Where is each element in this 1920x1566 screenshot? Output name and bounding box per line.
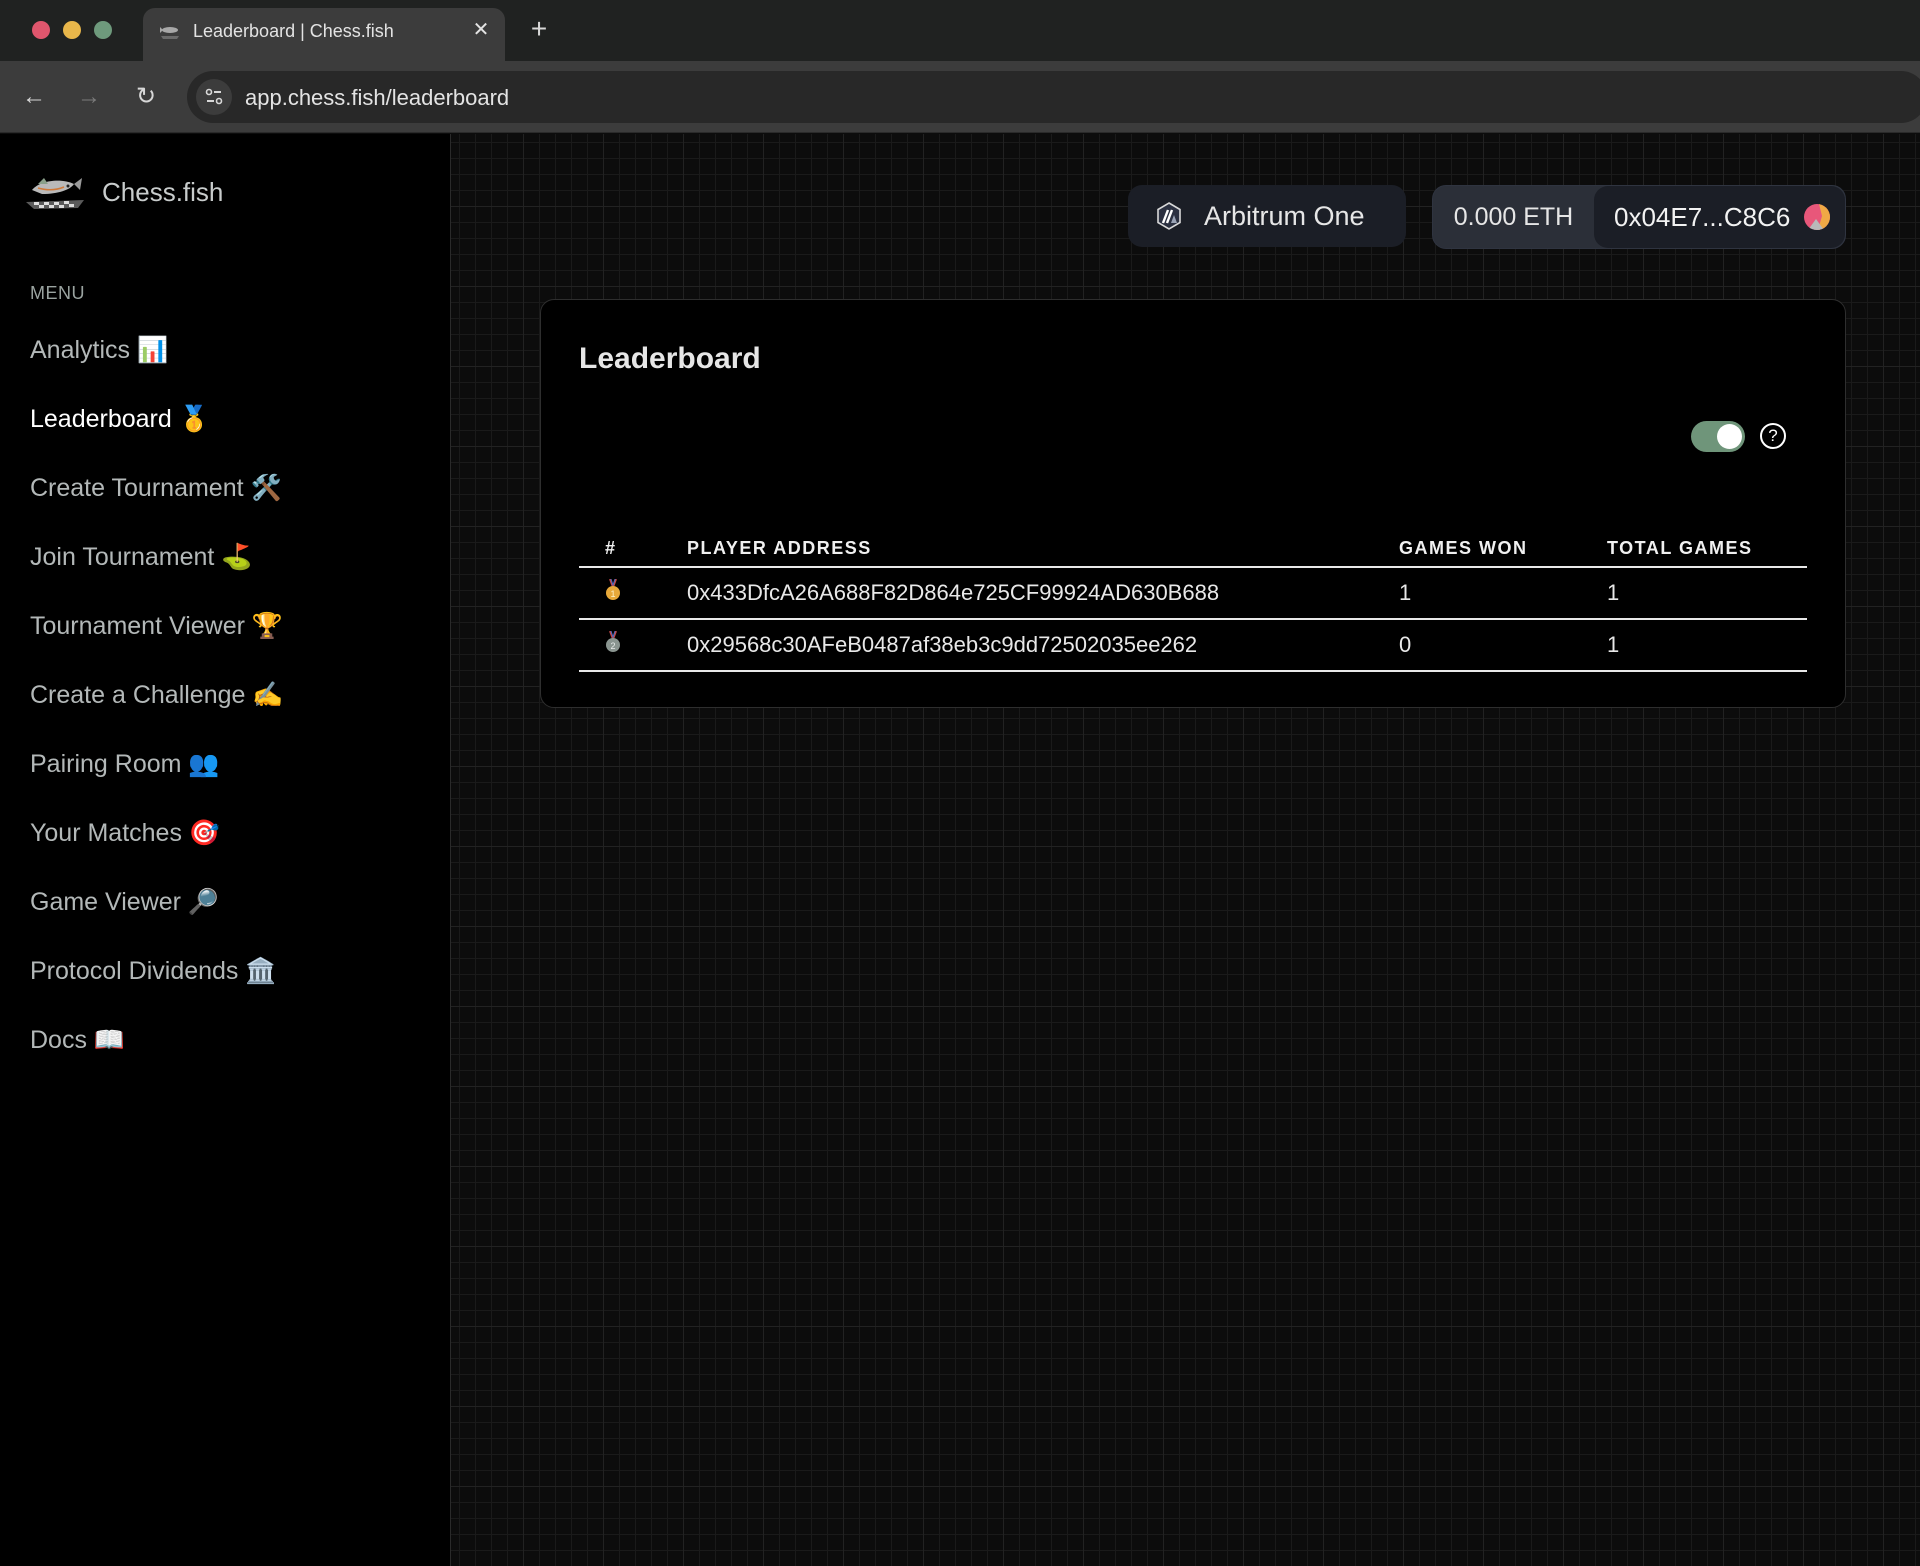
brand[interactable]: Chess.fish <box>24 170 223 214</box>
sidebar-item-your-matches[interactable]: Your Matches 🎯 <box>30 811 284 880</box>
forward-arrow-icon[interactable]: → <box>73 81 105 113</box>
sidebar-item-analytics[interactable]: Analytics 📊 <box>30 328 284 397</box>
sidebar-nav: Analytics 📊 Leaderboard 🥇 Create Tournam… <box>30 328 284 1087</box>
browser-tab[interactable]: Leaderboard | Chess.fish ✕ <box>143 8 505 61</box>
new-tab-plus-icon[interactable]: + <box>524 14 554 44</box>
total-games: 1 <box>1607 619 1807 672</box>
address-bar[interactable]: app.chess.fish/leaderboard <box>187 71 1920 123</box>
arbitrum-logo-icon <box>1157 202 1181 230</box>
menu-label: MENU <box>30 283 85 303</box>
sidebar-item-protocol-dividends[interactable]: Protocol Dividends 🏛️ <box>30 949 284 1018</box>
leaderboard-toggle[interactable] <box>1691 421 1745 452</box>
window-maximize-button[interactable] <box>94 21 112 39</box>
app: Chess.fish MENU Analytics 📊 Leaderboard … <box>0 134 1920 1566</box>
total-games: 1 <box>1607 567 1807 620</box>
close-tab-icon[interactable]: ✕ <box>467 16 495 44</box>
wallet-balance: 0.000 ETH <box>1453 202 1574 231</box>
toggle-knob <box>1717 424 1742 449</box>
table-row: 1 0x433DfcA26A688F82D864e725CF99924AD630… <box>579 567 1807 620</box>
tab-title: Leaderboard | Chess.fish <box>193 21 394 41</box>
column-header-total-games[interactable]: TOTAL GAMES <box>1607 523 1807 568</box>
sidebar-item-pairing-room[interactable]: Pairing Room 👥 <box>30 742 284 811</box>
sidebar-item-create-challenge[interactable]: Create a Challenge ✍️ <box>30 673 284 742</box>
account-avatar-icon <box>1804 204 1831 230</box>
site-info-tune-icon[interactable] <box>196 79 232 115</box>
player-address[interactable]: 0x29568c30AFeB0487af38eb3c9dd72502035ee2… <box>687 619 1399 672</box>
back-arrow-icon[interactable]: ← <box>18 81 50 113</box>
svg-text:2: 2 <box>610 641 615 651</box>
table-row: 2 0x29568c30AFeB0487af38eb3c9dd72502035e… <box>579 619 1807 672</box>
account-address: 0x04E7...C8C6 <box>1614 201 1791 232</box>
column-header-games-won[interactable]: GAMES WON <box>1399 523 1607 568</box>
network-selector-button[interactable]: Arbitrum One <box>1128 185 1406 247</box>
account-button[interactable]: 0x04E7...C8C6 <box>1594 186 1845 248</box>
sidebar-item-join-tournament[interactable]: Join Tournament ⛳ <box>30 535 284 604</box>
sidebar: Chess.fish MENU Analytics 📊 Leaderboard … <box>0 134 451 1566</box>
help-question-icon[interactable]: ? <box>1760 423 1786 449</box>
table-header-row: # PLAYER ADDRESS GAMES WON TOTAL GAMES <box>579 523 1807 568</box>
svg-text:1: 1 <box>610 589 615 599</box>
leaderboard-card: Leaderboard ? # PLAYER ADDRESS GAMES WON… <box>540 299 1846 708</box>
leaderboard-title: Leaderboard <box>579 342 761 375</box>
rank-cell: 2 <box>579 619 687 672</box>
browser-tab-bar: Leaderboard | Chess.fish ✕ + <box>0 0 1920 61</box>
brand-name: Chess.fish <box>102 176 224 207</box>
games-won: 0 <box>1399 619 1607 672</box>
column-header-player-address[interactable]: PLAYER ADDRESS <box>687 523 1399 568</box>
rank-cell: 1 <box>579 567 687 620</box>
player-address[interactable]: 0x433DfcA26A688F82D864e725CF99924AD630B6… <box>687 567 1399 620</box>
chess-fish-logo-icon <box>26 178 84 209</box>
sidebar-item-game-viewer[interactable]: Game Viewer 🔎 <box>30 880 284 949</box>
sidebar-item-create-tournament[interactable]: Create Tournament 🛠️ <box>30 466 284 535</box>
window-minimize-button[interactable] <box>63 21 81 39</box>
games-won: 1 <box>1399 567 1607 620</box>
main-content: Arbitrum One 0.000 ETH 0x04E7...C8C6 Lea… <box>451 134 1920 1566</box>
silver-medal-icon: 2 <box>606 631 620 652</box>
reload-icon[interactable]: ↻ <box>130 81 162 113</box>
sidebar-item-tournament-viewer[interactable]: Tournament Viewer 🏆 <box>30 604 284 673</box>
gold-medal-icon: 1 <box>606 579 620 600</box>
network-name: Arbitrum One <box>1204 200 1365 231</box>
wallet-button[interactable]: 0.000 ETH 0x04E7...C8C6 <box>1432 185 1846 249</box>
sidebar-item-docs[interactable]: Docs 📖 <box>30 1018 284 1087</box>
browser-toolbar: ← → ↻ app.chess.fish/leaderboard <box>0 61 1920 133</box>
column-header-rank[interactable]: # <box>579 523 687 568</box>
leaderboard-table: # PLAYER ADDRESS GAMES WON TOTAL GAMES 1… <box>579 523 1807 672</box>
chess-fish-favicon-icon <box>160 27 179 39</box>
url-text[interactable]: app.chess.fish/leaderboard <box>245 85 509 111</box>
sidebar-item-leaderboard[interactable]: Leaderboard 🥇 <box>30 397 284 466</box>
window-close-button[interactable] <box>32 21 50 39</box>
